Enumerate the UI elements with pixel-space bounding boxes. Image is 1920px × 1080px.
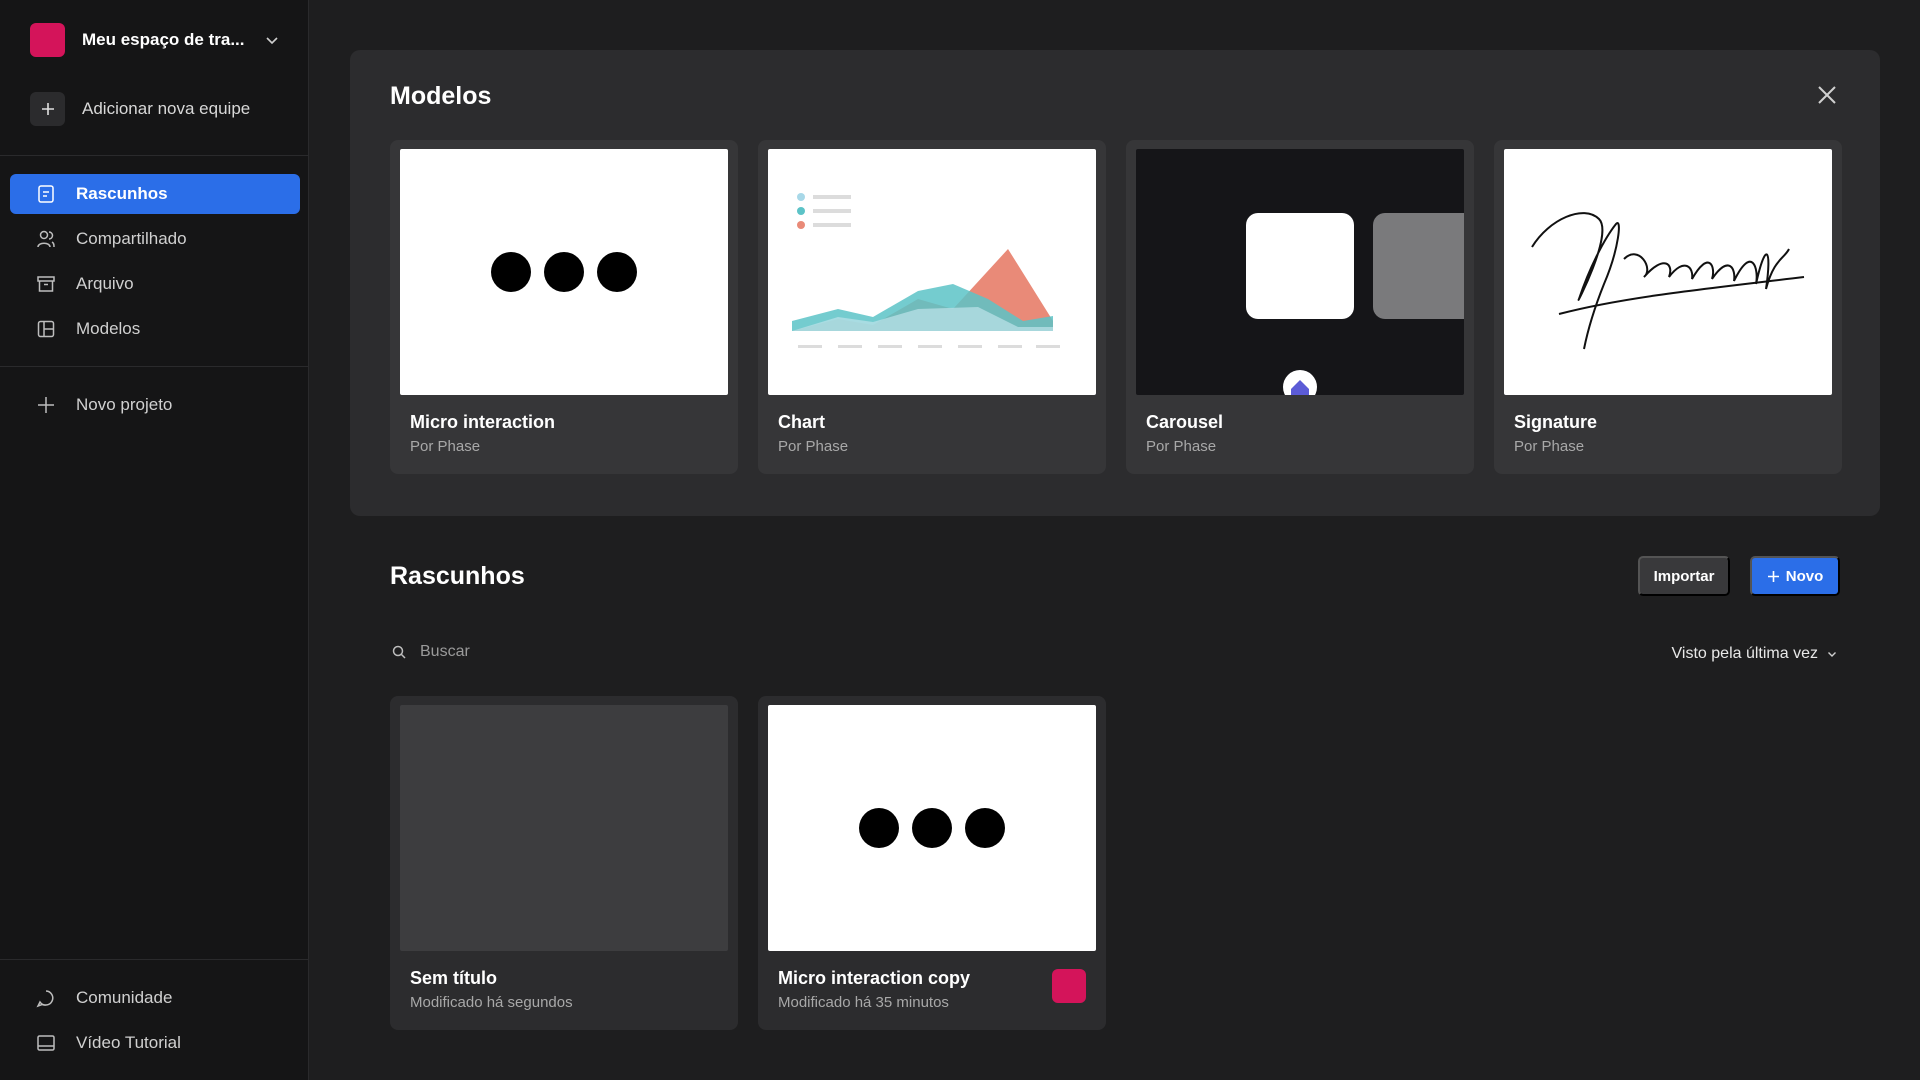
plus-icon (36, 395, 56, 415)
sort-label: Visto pela última vez (1671, 645, 1818, 662)
users-icon (36, 229, 56, 249)
template-title: Chart (778, 412, 826, 432)
sidebar-item-archive[interactable]: Arquivo (10, 264, 300, 304)
add-team-button[interactable]: Adicionar nova equipe (30, 92, 250, 126)
template-author: Por Phase (410, 438, 481, 455)
chat-icon (36, 988, 56, 1008)
divider (0, 366, 309, 367)
template-title: Carousel (1146, 412, 1224, 432)
sidebar-item-label: Compartilhado (76, 229, 187, 248)
file-icon (36, 184, 56, 204)
draft-title: Micro interaction copy (778, 968, 971, 988)
sidebar-item-templates[interactable]: Modelos (10, 309, 300, 349)
new-button-label: Novo (1785, 567, 1824, 585)
workspace-name: Meu espaço de tra... (82, 30, 245, 49)
workspace-switcher[interactable]: Meu espaço de tra... (30, 23, 280, 57)
template-title: Signature (1514, 412, 1598, 432)
chevron-down-icon (1828, 652, 1836, 657)
search-input[interactable] (420, 643, 670, 661)
divider (0, 959, 309, 960)
template-card-signature[interactable]: Signature Por Phase (1494, 140, 1842, 474)
chevron-down-icon (266, 37, 278, 45)
new-button[interactable]: Novo (1750, 556, 1840, 596)
draft-thumbnail (400, 705, 728, 951)
layout-icon (36, 319, 56, 339)
template-author: Por Phase (1146, 438, 1217, 455)
draft-card[interactable]: Sem título Modificado há segundos (390, 696, 738, 1030)
import-button[interactable]: Importar (1638, 556, 1730, 596)
carousel-illustration (1246, 213, 1464, 395)
sidebar-item-label: Modelos (76, 319, 141, 338)
chart-illustration (792, 193, 1060, 348)
draft-modified: Modificado há segundos (410, 994, 573, 1011)
search-icon (392, 645, 406, 659)
plus-icon (30, 92, 65, 126)
sidebar-item-label: Arquivo (76, 274, 134, 293)
sort-dropdown[interactable]: Visto pela última vez (1672, 645, 1838, 663)
sidebar-item-label: Vídeo Tutorial (76, 1033, 181, 1052)
sidebar-item-label: Comunidade (76, 988, 173, 1007)
sidebar-item-community[interactable]: Comunidade (10, 978, 300, 1018)
workspace-avatar (30, 23, 65, 57)
sidebar-item-shared[interactable]: Compartilhado (10, 219, 300, 259)
template-author: Por Phase (1514, 438, 1585, 455)
template-author: Por Phase (778, 438, 849, 455)
sidebar-item-drafts[interactable]: Rascunhos (10, 174, 300, 214)
template-thumbnail (400, 149, 728, 395)
template-title: Micro interaction (410, 412, 556, 432)
signature-illustration (1531, 212, 1805, 350)
templates-panel: Modelos Micro interaction Por Phase Char… (350, 50, 1880, 516)
sidebar: Meu espaço de tra... Adicionar nova equi… (0, 0, 309, 1080)
sidebar-item-video-tutorial[interactable]: Vídeo Tutorial (10, 1023, 300, 1063)
draft-modified: Modificado há 35 minutos (778, 994, 949, 1011)
plus-icon (1767, 570, 1779, 582)
draft-thumbnail (768, 705, 1096, 951)
search-bar (392, 640, 692, 664)
sidebar-item-label: Rascunhos (76, 184, 168, 203)
draft-card[interactable]: Micro interaction copy Modificado há 35 … (758, 696, 1106, 1030)
template-card-chart[interactable]: Chart Por Phase (758, 140, 1106, 474)
templates-title: Modelos (390, 82, 492, 110)
dots-illustration (768, 705, 1096, 951)
new-project-button[interactable]: Novo projeto (10, 385, 300, 425)
template-card-carousel[interactable]: Carousel Por Phase (1126, 140, 1474, 474)
archive-icon (36, 274, 56, 294)
close-icon[interactable] (1814, 82, 1840, 108)
template-card-micro-interaction[interactable]: Micro interaction Por Phase (390, 140, 738, 474)
dots-illustration (400, 149, 728, 395)
video-icon (36, 1033, 56, 1053)
template-thumbnail (1136, 149, 1464, 395)
template-thumbnail (1504, 149, 1832, 395)
add-team-label: Adicionar nova equipe (82, 99, 251, 118)
new-project-label: Novo projeto (76, 395, 173, 414)
drafts-title: Rascunhos (390, 562, 525, 590)
template-thumbnail (768, 149, 1096, 395)
divider (0, 155, 309, 156)
draft-color-swatch (1052, 969, 1086, 1003)
draft-title: Sem título (410, 968, 498, 988)
